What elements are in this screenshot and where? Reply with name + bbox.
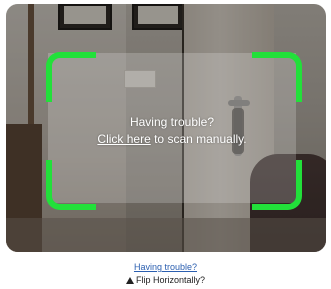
warning-icon [125, 277, 134, 284]
footer-flip: Flip Horizontally? [0, 275, 331, 285]
footer-trouble: Having trouble? [0, 262, 331, 272]
trouble-message: Having trouble? [129, 115, 215, 129]
manual-scan-link[interactable]: Click here [97, 132, 150, 146]
scan-corner-top-left [46, 52, 96, 102]
scan-corner-top-right [252, 52, 302, 102]
manual-scan-suffix: to scan manually. [150, 132, 247, 146]
scan-corner-bottom-right [252, 160, 302, 210]
manual-scan-message: Click here to scan manually. [48, 132, 296, 146]
having-trouble-link[interactable]: Having trouble? [134, 262, 197, 272]
scan-corner-bottom-left [46, 160, 96, 210]
flip-horizontally-link[interactable]: Flip Horizontally? [136, 275, 205, 285]
